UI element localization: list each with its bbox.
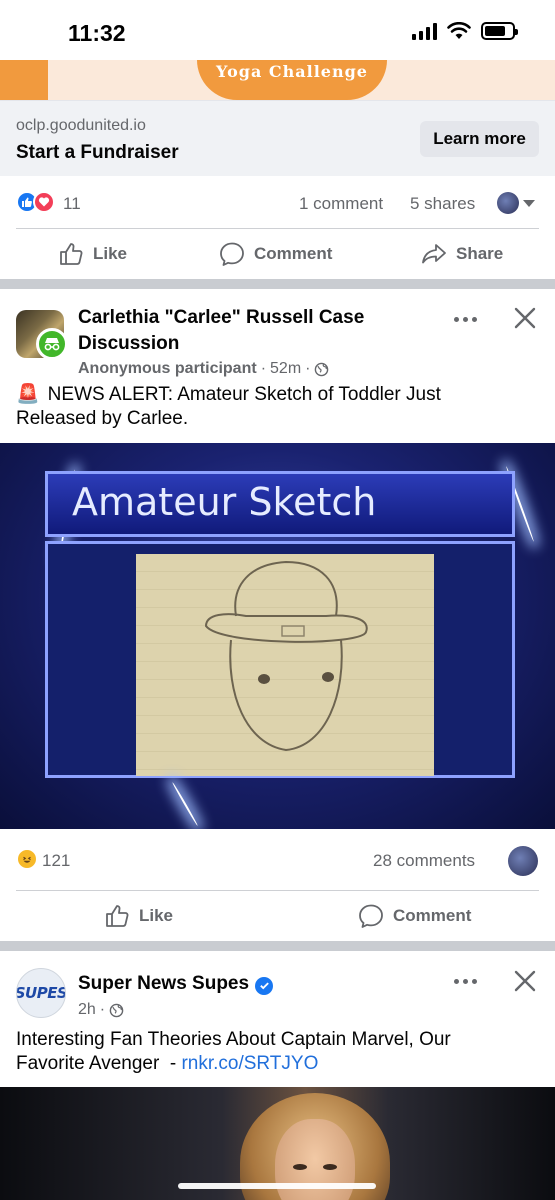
post2-comment-count[interactable]: 28 comments bbox=[373, 851, 475, 871]
siren-emoji-icon: 🚨 bbox=[16, 384, 40, 405]
post2-text-line2: Released by Carlee. bbox=[16, 408, 189, 429]
post1-reaction-icons[interactable] bbox=[16, 191, 55, 213]
globe-icon bbox=[315, 362, 329, 376]
like-icon bbox=[106, 905, 129, 927]
news-frame bbox=[45, 541, 515, 778]
status-time: 11:32 bbox=[68, 20, 126, 46]
comment-icon bbox=[359, 904, 383, 928]
post2-comment-button[interactable]: Comment bbox=[358, 891, 471, 941]
post1-reactions-row: 11 1 comment 5 shares bbox=[0, 177, 555, 229]
post2-close-icon[interactable] bbox=[511, 304, 539, 332]
status-icons bbox=[412, 22, 518, 40]
verified-badge-icon bbox=[255, 976, 274, 995]
news-title-text: Amateur Sketch bbox=[72, 480, 377, 524]
meta-dot: · bbox=[99, 1001, 106, 1018]
post3-time[interactable]: 2h bbox=[78, 1001, 96, 1019]
viewer-avatar[interactable] bbox=[497, 192, 519, 214]
post3-text-line1: Interesting Fan Theories About Captain M… bbox=[16, 1029, 451, 1050]
leprechaun-sketch bbox=[204, 560, 368, 752]
post2-meta: Anonymous participant · 52m · bbox=[78, 360, 329, 378]
battery-icon bbox=[481, 22, 518, 40]
chevron-down-icon[interactable] bbox=[523, 200, 535, 207]
cellular-signal-icon bbox=[412, 22, 437, 40]
post2-text: 🚨 NEWS ALERT: Amateur Sketch of Toddler … bbox=[16, 383, 539, 431]
post3-text-line2-prefix: Favorite Avenger - bbox=[16, 1053, 182, 1074]
page-avatar[interactable]: SUPES bbox=[16, 968, 66, 1018]
meta-dot: · bbox=[260, 360, 267, 377]
post3-meta: 2h · bbox=[78, 1001, 124, 1019]
page-avatar-logo: SUPES bbox=[16, 984, 66, 1002]
post2-like-label: Like bbox=[139, 906, 174, 925]
page-name-text: Super News Supes bbox=[78, 973, 250, 994]
sketch-paper bbox=[136, 554, 434, 776]
meta-dot: · bbox=[305, 360, 311, 377]
post2-comment-label: Comment bbox=[393, 906, 472, 925]
post3-link[interactable]: rnkr.co/SRTJYO bbox=[181, 1053, 318, 1074]
post2-reaction-icons[interactable] bbox=[16, 848, 38, 870]
post1-share-label: Share bbox=[456, 244, 504, 263]
post3-text-line2: Favorite Avenger - rnkr.co/SRTJYO bbox=[16, 1052, 539, 1076]
ad-banner-image[interactable]: Yoga Challenge bbox=[0, 60, 555, 100]
ad-banner-left-block bbox=[0, 60, 48, 100]
post2-reaction-count[interactable]: 121 bbox=[42, 851, 70, 871]
lens-flare bbox=[171, 781, 199, 827]
post1-comment-label: Comment bbox=[254, 244, 333, 263]
post3-more-icon[interactable] bbox=[451, 969, 479, 993]
ad-title: Start a Fundraiser bbox=[16, 142, 179, 163]
news-title-bar: Amateur Sketch bbox=[45, 471, 515, 537]
home-indicator[interactable] bbox=[178, 1183, 376, 1189]
post2-more-icon[interactable] bbox=[451, 307, 479, 331]
eye-shape bbox=[323, 1164, 337, 1170]
feed-separator bbox=[0, 941, 555, 951]
ad-domain: oclp.goodunited.io bbox=[16, 117, 146, 134]
post1-comment-count[interactable]: 1 comment bbox=[299, 194, 383, 214]
like-icon bbox=[60, 243, 83, 265]
ad-banner-text: Yoga Challenge bbox=[216, 62, 368, 81]
post2-text-line1: 🚨 NEWS ALERT: Amateur Sketch of Toddler … bbox=[16, 383, 539, 407]
page-name[interactable]: Super News Supes bbox=[78, 971, 274, 997]
comment-icon bbox=[220, 242, 244, 266]
wifi-icon bbox=[447, 22, 471, 39]
post1-like-label: Like bbox=[93, 244, 128, 263]
anonymous-badge-icon bbox=[36, 328, 68, 360]
feed-separator bbox=[0, 279, 555, 289]
globe-icon bbox=[109, 1003, 124, 1017]
post3-header: SUPES Super News Supes 2h · Interesting … bbox=[0, 951, 555, 1081]
post3-text: Interesting Fan Theories About Captain M… bbox=[16, 1028, 539, 1076]
viewer-avatar[interactable] bbox=[508, 846, 538, 876]
post2-header: Carlethia "Carlee" Russell Case Discussi… bbox=[0, 289, 555, 439]
post2-image[interactable]: Amateur Sketch bbox=[0, 443, 555, 829]
post1-reaction-count[interactable]: 11 bbox=[63, 194, 81, 214]
haha-reaction-icon bbox=[16, 848, 38, 870]
post2-time[interactable]: 52m bbox=[270, 360, 301, 378]
post1-like-button[interactable]: Like bbox=[58, 229, 127, 279]
love-reaction-icon bbox=[33, 191, 55, 213]
eye-shape bbox=[293, 1164, 307, 1170]
ad-cta-bar[interactable]: oclp.goodunited.io Start a Fundraiser Le… bbox=[0, 100, 555, 176]
post1-share-button[interactable]: Share bbox=[421, 229, 503, 279]
post2-action-row: Like Comment bbox=[0, 891, 555, 941]
group-name-line1[interactable]: Carlethia "Carlee" Russell Case bbox=[78, 305, 364, 331]
post3-close-icon[interactable] bbox=[511, 967, 539, 995]
status-bar: 11:32 bbox=[0, 0, 555, 60]
share-icon bbox=[422, 244, 446, 264]
learn-more-button[interactable]: Learn more bbox=[420, 121, 539, 157]
post1-comment-button[interactable]: Comment bbox=[219, 229, 332, 279]
post1-action-row: Like Comment Share bbox=[0, 229, 555, 279]
post2-like-button[interactable]: Like bbox=[104, 891, 173, 941]
post1-share-count[interactable]: 5 shares bbox=[410, 194, 475, 214]
post2-author[interactable]: Anonymous participant bbox=[78, 360, 257, 378]
post2-reactions-row: 121 28 comments bbox=[0, 834, 555, 886]
post2-text-line1-content: NEWS ALERT: Amateur Sketch of Toddler Ju… bbox=[47, 384, 441, 405]
group-name-line2[interactable]: Discussion bbox=[78, 331, 179, 357]
